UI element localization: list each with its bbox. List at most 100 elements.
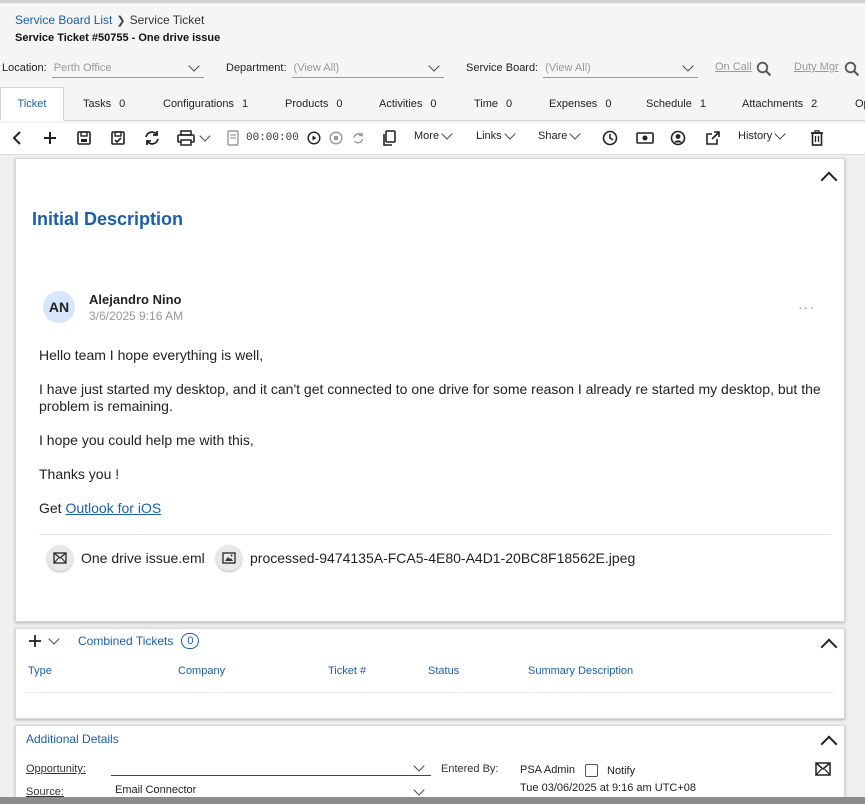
column-header-summary[interactable]: Summary Description: [528, 665, 633, 677]
more-options-icon[interactable]: ···: [798, 299, 815, 315]
combined-tickets-header: Combined Tickets 0: [28, 633, 200, 649]
department-select[interactable]: (View All): [291, 58, 444, 78]
divider: [39, 534, 831, 535]
combined-tickets-card: Combined Tickets 0 Type Company Ticket #…: [15, 628, 845, 719]
time-entry-button[interactable]: [602, 130, 618, 146]
additional-details-title[interactable]: Additional Details: [26, 732, 119, 746]
attachment-item[interactable]: One drive issue.eml: [47, 545, 205, 571]
plus-icon[interactable]: [28, 634, 42, 648]
add-button[interactable]: [42, 130, 58, 146]
avatar: AN: [43, 291, 75, 323]
tab-tasks[interactable]: Tasks 0: [83, 87, 125, 121]
on-call-link[interactable]: On Call: [715, 61, 752, 73]
service-board-filter: Service Board: (View All): [466, 58, 699, 78]
external-link-icon: [706, 131, 720, 145]
location-select[interactable]: Perth Office: [51, 58, 204, 78]
back-button[interactable]: [10, 130, 24, 146]
chevron-down-icon[interactable]: [48, 633, 60, 645]
tab-configurations[interactable]: Configurations 1: [163, 87, 248, 121]
horizontal-scrollbar[interactable]: [0, 797, 865, 804]
opportunity-label[interactable]: Opportunity:: [26, 763, 86, 775]
duty-mgr-link[interactable]: Duty Mgr: [794, 61, 839, 73]
column-header-ticket-number[interactable]: Ticket #: [328, 665, 366, 677]
delete-button[interactable]: [810, 130, 824, 146]
chevron-left-icon: [12, 131, 21, 145]
save-icon: [77, 131, 91, 145]
section-title: Initial Description: [32, 209, 184, 229]
user-circle-icon: [670, 130, 686, 146]
search-icon[interactable]: [756, 61, 772, 77]
expense-button[interactable]: [636, 130, 654, 146]
page-title: Service Ticket #50755 - One drive issue: [15, 32, 221, 44]
notify-checkbox[interactable]: [585, 764, 598, 777]
contact-button[interactable]: [670, 130, 686, 146]
save-close-button[interactable]: [110, 130, 126, 146]
breadcrumb-current: Service Ticket: [129, 13, 205, 27]
tab-bar: Ticket Tasks 0 Configurations 1 Products 0 …: [0, 87, 865, 121]
attachment-name: One drive issue.eml: [81, 550, 205, 566]
attachment-item[interactable]: processed-9474135A-FCA5-4E80-A4D1-20BC8F…: [216, 545, 635, 571]
chevron-down-icon: [441, 128, 453, 140]
save-button[interactable]: [76, 130, 92, 146]
top-header: Service Board List ❯ Service Ticket Serv…: [0, 0, 865, 155]
opportunity-select[interactable]: [111, 759, 431, 776]
links-menu-button[interactable]: Links: [476, 128, 520, 142]
share-menu-button[interactable]: Share: [538, 128, 585, 142]
author-name: Alejandro Nino: [89, 292, 182, 307]
column-header-status[interactable]: Status: [428, 665, 459, 677]
tab-label: Expenses: [549, 98, 598, 110]
timer-display: 00:00:00: [246, 132, 299, 144]
tab-count: 1: [241, 98, 249, 110]
copy-icon: [383, 130, 396, 146]
column-header-company[interactable]: Company: [178, 665, 225, 677]
service-board-label: Service Board:: [466, 62, 539, 74]
breadcrumb-service-board-list[interactable]: Service Board List: [15, 13, 112, 27]
search-icon[interactable]: [844, 61, 860, 77]
tab-count: 0: [336, 98, 343, 110]
stop-icon[interactable]: [329, 131, 343, 145]
more-label: More: [414, 130, 440, 142]
more-menu-button[interactable]: More: [414, 128, 457, 142]
posted-timestamp: 3/6/2025 9:16 AM: [89, 309, 184, 323]
collapse-chevron-up-icon[interactable]: [820, 638, 838, 656]
refresh-button[interactable]: [143, 130, 161, 146]
outlook-ios-link[interactable]: Outlook for iOS: [65, 500, 161, 516]
print-menu-button[interactable]: [177, 130, 215, 146]
play-icon[interactable]: [307, 131, 321, 145]
location-filter: Location: Perth Office: [2, 58, 204, 78]
combined-tickets-title[interactable]: Combined Tickets: [78, 634, 173, 648]
service-board-select[interactable]: (View All): [543, 58, 699, 78]
email-icon[interactable]: [815, 762, 831, 776]
message-paragraph: Thanks you !: [39, 466, 120, 482]
tab-products[interactable]: Products 0: [285, 87, 343, 121]
copy-button[interactable]: [381, 130, 397, 146]
chevron-down-icon: [413, 760, 425, 772]
chevron-down-icon: [774, 128, 786, 140]
open-external-button[interactable]: [705, 130, 721, 146]
attachment-name: processed-9474135A-FCA5-4E80-A4D1-20BC8F…: [250, 550, 636, 566]
chevron-down-icon: [427, 59, 440, 72]
tab-expenses[interactable]: Expenses 0: [549, 87, 611, 121]
additional-details-card: Additional Details Opportunity: Source: …: [15, 725, 845, 804]
chevron-down-icon: [413, 784, 425, 796]
tab-label: Tasks: [83, 98, 112, 110]
collapse-chevron-up-icon[interactable]: [820, 735, 838, 753]
save-close-icon: [111, 131, 125, 145]
column-header-type[interactable]: Type: [28, 665, 52, 677]
history-menu-button[interactable]: History: [738, 128, 790, 142]
tab-attachments[interactable]: Attachments 2: [742, 87, 817, 121]
message-signature: Get Outlook for iOS: [39, 500, 829, 517]
tab-ticket[interactable]: Ticket: [0, 87, 64, 121]
tab-schedule[interactable]: Schedule 1: [646, 87, 706, 121]
reset-icon[interactable]: [351, 131, 365, 145]
email-icon: [47, 545, 73, 571]
links-label: Links: [476, 130, 502, 142]
tab-overflow[interactable]: Op: [855, 87, 865, 121]
tab-time[interactable]: Time 0: [474, 87, 512, 121]
tab-activities[interactable]: Activities 0: [379, 87, 437, 121]
collapse-chevron-up-icon[interactable]: [820, 171, 838, 189]
timesheet-icon[interactable]: [226, 130, 240, 146]
chevron-down-icon: [504, 128, 516, 140]
chevron-right-icon: ❯: [116, 14, 126, 27]
message-paragraph: Hello team I hope everything is well,: [39, 347, 264, 363]
